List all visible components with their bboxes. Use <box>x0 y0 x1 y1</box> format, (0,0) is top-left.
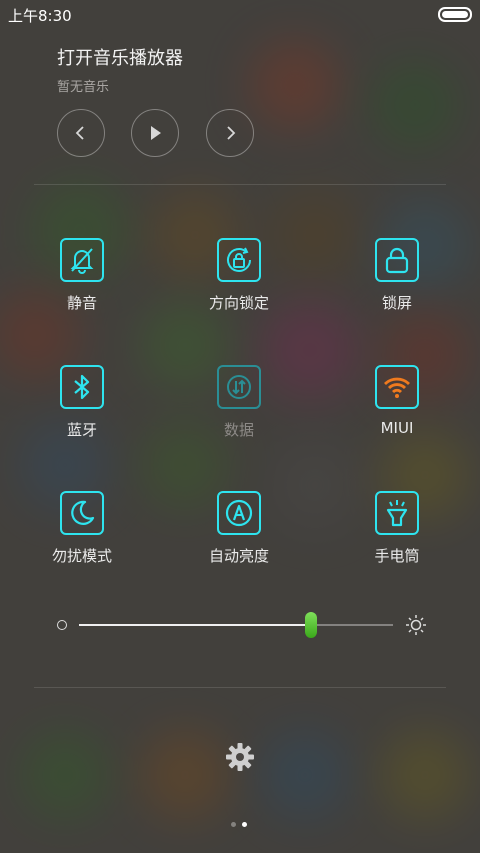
toggle-do-not-disturb[interactable]: 勿扰模式 <box>27 491 137 566</box>
toggle-label: 数据 <box>223 421 254 439</box>
toggle-label: 勿扰模式 <box>51 547 112 565</box>
toggle-label: 静音 <box>66 294 97 312</box>
gear-icon[interactable] <box>224 741 256 773</box>
page-indicator <box>231 812 253 831</box>
toggle-label: 自动亮度 <box>208 547 269 565</box>
rotation-lock-icon <box>217 238 261 282</box>
previous-track-button[interactable] <box>57 109 105 157</box>
brightness-slider[interactable] <box>57 612 427 638</box>
toggle-silent[interactable]: 静音 <box>27 238 137 313</box>
music-subtitle: 暂无音乐 <box>57 80 110 95</box>
music-widget[interactable]: 打开音乐播放器 暂无音乐 <box>57 44 183 95</box>
toggle-rotation-lock[interactable]: 方向锁定 <box>184 238 294 313</box>
toggle-bluetooth[interactable]: 蓝牙 <box>27 365 137 440</box>
status-bar: 上午8:30 <box>0 0 480 28</box>
silent-bell-icon <box>60 238 104 282</box>
chevron-right-icon <box>227 126 236 140</box>
brightness-track[interactable] <box>79 612 393 638</box>
divider <box>34 687 446 688</box>
battery-icon <box>438 7 472 22</box>
brightness-high-icon <box>406 615 426 635</box>
toggle-mobile-data[interactable]: 数据 <box>184 365 294 440</box>
toggle-wifi[interactable]: MIUI <box>342 365 452 437</box>
toggle-label: 手电筒 <box>374 547 420 565</box>
toggle-label: 锁屏 <box>381 294 412 312</box>
brightness-low-icon <box>57 620 67 630</box>
toggle-lock-screen[interactable]: 锁屏 <box>342 238 452 313</box>
divider <box>34 184 446 185</box>
brightness-thumb[interactable] <box>305 612 318 638</box>
music-title[interactable]: 打开音乐播放器 <box>57 44 183 70</box>
auto-brightness-icon <box>217 491 261 535</box>
moon-icon <box>60 491 104 535</box>
toggle-flashlight[interactable]: 手电筒 <box>342 491 452 566</box>
wifi-icon <box>375 365 419 409</box>
page-dot-active <box>242 822 247 827</box>
status-time: 上午8:30 <box>8 7 72 25</box>
chevron-left-icon <box>75 126 84 140</box>
play-icon <box>151 126 161 140</box>
next-track-button[interactable] <box>206 109 254 157</box>
toggle-label: MIUI <box>380 419 414 437</box>
bluetooth-icon <box>60 365 104 409</box>
mobile-data-icon <box>217 365 261 409</box>
flashlight-icon <box>375 491 419 535</box>
lock-icon <box>375 238 419 282</box>
page-dot <box>231 822 236 827</box>
toggle-label: 方向锁定 <box>208 294 269 312</box>
play-button[interactable] <box>131 109 179 157</box>
toggle-auto-brightness[interactable]: 自动亮度 <box>184 491 294 566</box>
toggle-label: 蓝牙 <box>66 421 97 439</box>
brightness-fill <box>79 624 312 626</box>
